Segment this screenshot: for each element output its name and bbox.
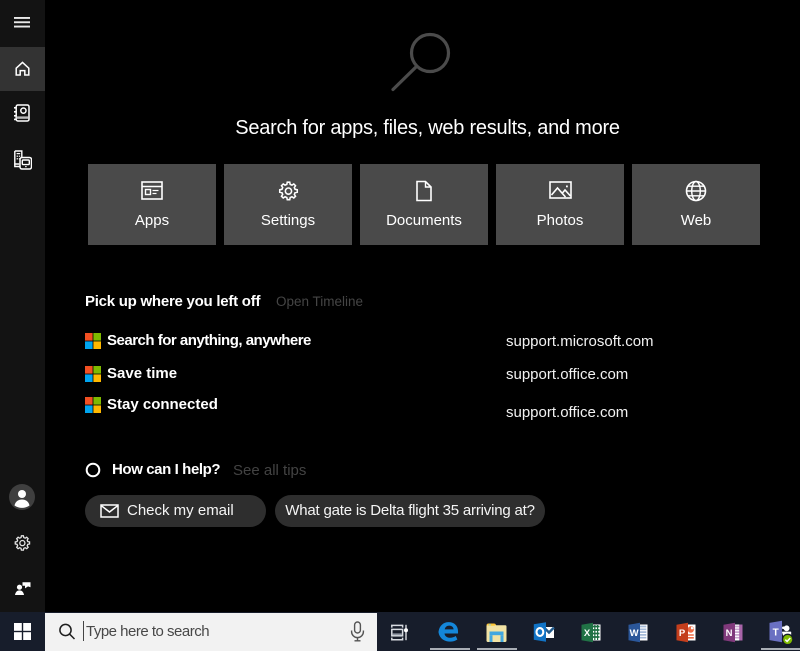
svg-text:X: X [584,628,591,639]
svg-text:T: T [773,628,779,639]
svg-text:W: W [630,628,639,639]
svg-text:N: N [726,628,733,639]
svg-text:P: P [679,628,686,639]
